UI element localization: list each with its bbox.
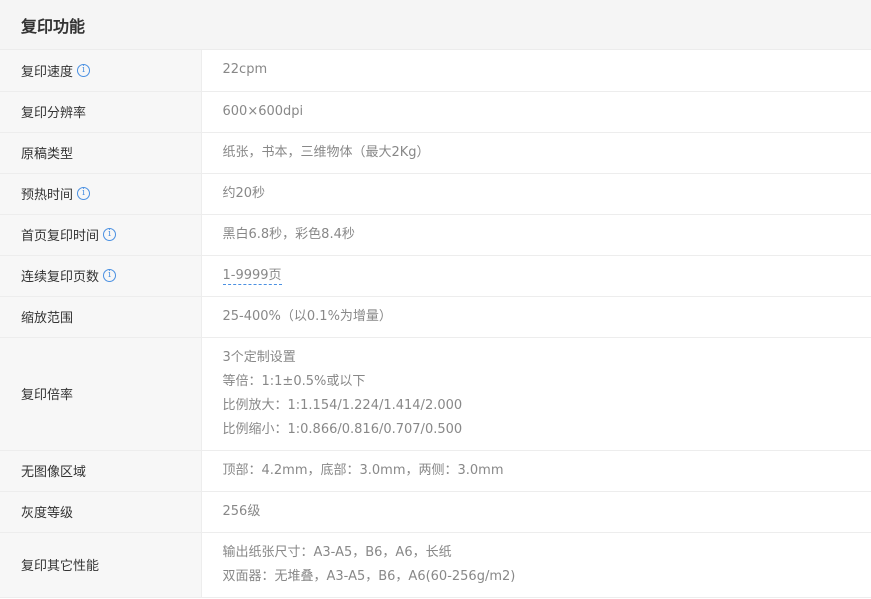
spec-value-line: 22cpm <box>223 58 871 82</box>
spec-label: 原稿类型 <box>21 147 74 162</box>
spec-row: 复印其它性能 输出纸张尺寸：A3-A5，B6，A6，长纸双面器：无堆叠，A3-A5… <box>0 532 871 598</box>
spec-value-line: 黑白6.8秒，彩色8.4秒 <box>223 223 871 247</box>
spec-value-text: 等倍：1:1±0.5%或以下 <box>222 373 366 389</box>
spec-value-line: 顶部：4.2mm，底部：3.0mm，两侧：3.0mm <box>223 459 871 483</box>
spec-value-cell: 3个定制设置等倍：1:1±0.5%或以下比例放大：1:1.154/1.224/1… <box>201 337 871 451</box>
spec-label: 预热时间 <box>21 188 74 203</box>
spec-row: 首页复印时间 i 黑白6.8秒，彩色8.4秒 <box>0 214 871 256</box>
spec-value-link[interactable]: 1-9999页 <box>222 267 282 285</box>
spec-value-cell: 约20秒 <box>201 173 871 215</box>
spec-label: 复印分辨率 <box>21 106 87 121</box>
spec-label: 复印倍率 <box>21 388 74 403</box>
spec-value-cell: 顶部：4.2mm，底部：3.0mm，两侧：3.0mm <box>201 450 871 492</box>
spec-value-text: 3个定制设置 <box>222 349 296 365</box>
spec-value-text: 22cpm <box>222 62 268 78</box>
spec-label-wrap: 缩放范围 <box>21 307 73 326</box>
spec-label-wrap: 复印倍率 <box>21 384 73 403</box>
spec-value-cell: 22cpm <box>201 50 871 92</box>
spec-value-line: 600×600dpi <box>223 100 871 124</box>
spec-value-line: 等倍：1:1±0.5%或以下 <box>223 370 871 394</box>
spec-value-line: 双面器：无堆叠，A3-A5，B6，A6(60-256g/m2) <box>223 565 871 589</box>
spec-row: 原稿类型 纸张，书本，三维物体（最大2Kg） <box>0 132 871 174</box>
spec-value-text: 600×600dpi <box>222 103 304 119</box>
spec-value-line: 约20秒 <box>223 182 871 206</box>
spec-label-cell: 复印速度 i <box>0 50 202 92</box>
spec-label-wrap: 首页复印时间 i <box>21 225 117 244</box>
spec-label-wrap: 复印速度 i <box>21 61 91 80</box>
spec-label: 无图像区域 <box>21 465 87 480</box>
spec-value-text: 约20秒 <box>222 185 266 201</box>
spec-label-wrap: 复印分辨率 <box>21 102 86 121</box>
spec-label-cell: 原稿类型 <box>0 132 202 174</box>
spec-value-line: 输出纸张尺寸：A3-A5，B6，A6，长纸 <box>223 541 871 565</box>
spec-value-cell: 输出纸张尺寸：A3-A5，B6，A6，长纸双面器：无堆叠，A3-A5，B6，A6… <box>201 532 871 598</box>
spec-label-cell: 复印分辨率 <box>0 91 202 133</box>
spec-label-cell: 首页复印时间 i <box>0 214 202 256</box>
spec-label: 复印速度 <box>21 64 74 80</box>
spec-value-text: 双面器：无堆叠，A3-A5，B6，A6(60-256g/m2) <box>222 568 516 584</box>
spec-label-wrap: 原稿类型 <box>21 143 73 162</box>
spec-label: 首页复印时间 <box>21 229 100 244</box>
info-icon[interactable]: i <box>103 228 117 241</box>
spec-value-cell: 25-400%（以0.1%为增量） <box>201 296 871 338</box>
spec-value-cell: 黑白6.8秒，彩色8.4秒 <box>201 214 871 256</box>
spec-row: 复印分辨率 600×600dpi <box>0 91 871 133</box>
info-icon[interactable]: i <box>77 187 91 200</box>
spec-value-line: 25-400%（以0.1%为增量） <box>223 305 871 329</box>
spec-value-line: 256级 <box>223 500 871 524</box>
spec-value-text: 黑白6.8秒，彩色8.4秒 <box>222 226 355 242</box>
spec-label-wrap: 预热时间 i <box>21 184 91 203</box>
spec-value-text: 比例放大：1:1.154/1.224/1.414/2.000 <box>222 397 463 413</box>
spec-value-cell: 256级 <box>201 491 871 533</box>
spec-value-line: 比例放大：1:1.154/1.224/1.414/2.000 <box>223 394 871 418</box>
spec-label-wrap: 无图像区域 <box>21 461 86 480</box>
spec-label-cell: 无图像区域 <box>0 450 202 492</box>
spec-label-cell: 复印其它性能 <box>0 532 202 598</box>
info-icon[interactable]: i <box>103 269 117 282</box>
spec-value-text: 输出纸张尺寸：A3-A5，B6，A6，长纸 <box>222 544 452 560</box>
spec-value-text: 25-400%（以0.1%为增量） <box>222 308 392 324</box>
spec-label: 缩放范围 <box>21 311 74 326</box>
spec-label: 复印其它性能 <box>21 559 100 574</box>
section-title: 复印功能 <box>21 16 86 36</box>
spec-panel: 复印功能 复印速度 i 22cpm 复印分辨率 600×600dpi 原稿类型 纸张，书本，… <box>0 0 871 598</box>
spec-value-cell: 1-9999页 <box>201 255 871 297</box>
spec-label-wrap: 复印其它性能 <box>21 555 99 574</box>
spec-row: 灰度等级 256级 <box>0 491 871 533</box>
spec-row: 复印倍率 3个定制设置等倍：1:1±0.5%或以下比例放大：1:1.154/1.2… <box>0 337 871 451</box>
spec-label-cell: 连续复印页数 i <box>0 255 202 297</box>
spec-value-text: 256级 <box>222 503 261 519</box>
spec-row: 预热时间 i 约20秒 <box>0 173 871 215</box>
spec-label-cell: 缩放范围 <box>0 296 202 338</box>
info-icon[interactable]: i <box>77 63 91 77</box>
spec-value-line: 3个定制设置 <box>223 346 871 370</box>
spec-value-cell: 600×600dpi <box>201 91 871 133</box>
spec-value-line: 比例缩小：1:0.866/0.816/0.707/0.500 <box>223 418 871 442</box>
spec-value-cell: 纸张，书本，三维物体（最大2Kg） <box>201 132 871 174</box>
section-header: 复印功能 <box>0 0 871 50</box>
spec-label-wrap: 连续复印页数 i <box>21 266 117 285</box>
spec-value-line: 纸张，书本，三维物体（最大2Kg） <box>223 141 871 165</box>
spec-value-line[interactable]: 1-9999页 <box>222 264 871 288</box>
spec-label: 连续复印页数 <box>21 270 100 285</box>
spec-row: 复印速度 i 22cpm <box>0 50 871 92</box>
spec-value-text: 顶部：4.2mm，底部：3.0mm，两侧：3.0mm <box>222 462 504 478</box>
spec-row: 连续复印页数 i 1-9999页 <box>0 255 871 297</box>
spec-value-text: 纸张，书本，三维物体（最大2Kg） <box>222 144 430 160</box>
spec-row: 无图像区域 顶部：4.2mm，底部：3.0mm，两侧：3.0mm <box>0 450 871 492</box>
spec-label-cell: 复印倍率 <box>0 337 202 451</box>
spec-label-cell: 灰度等级 <box>0 491 202 533</box>
spec-label-wrap: 灰度等级 <box>21 502 73 521</box>
spec-label-cell: 预热时间 i <box>0 173 202 215</box>
spec-row: 缩放范围 25-400%（以0.1%为增量） <box>0 296 871 338</box>
spec-table: 复印速度 i 22cpm 复印分辨率 600×600dpi 原稿类型 纸张，书本，三维物体（… <box>0 50 871 598</box>
spec-value-text: 比例缩小：1:0.866/0.816/0.707/0.500 <box>222 421 463 437</box>
spec-label: 灰度等级 <box>21 506 74 521</box>
